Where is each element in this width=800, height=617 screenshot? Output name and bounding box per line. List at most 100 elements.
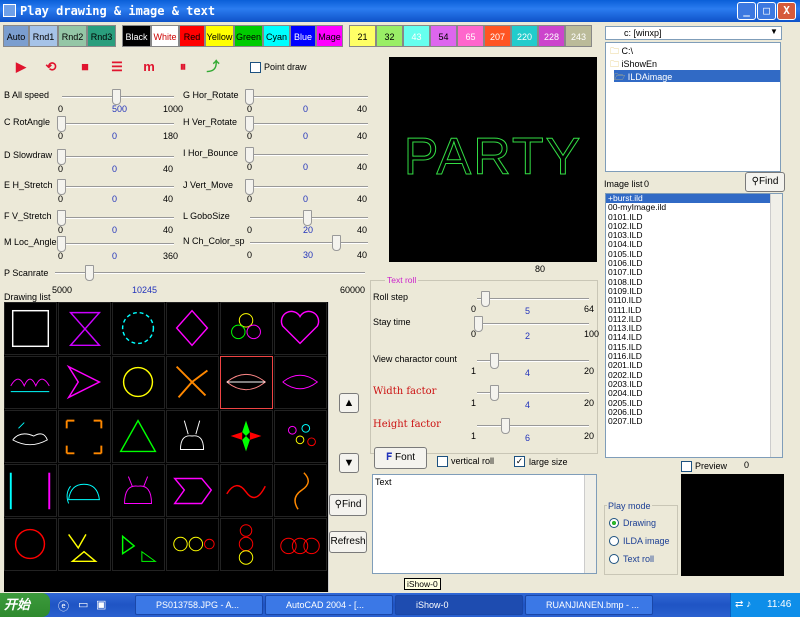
roll-slider-thumb-4[interactable] (500, 418, 510, 434)
drawing-arrows[interactable] (112, 518, 165, 571)
close-button[interactable]: X (777, 2, 796, 20)
stop-icon[interactable]: ■ (76, 58, 94, 76)
task-ps013758[interactable]: PS013758.JPG - A... (135, 595, 263, 615)
scroll-down-button[interactable]: ▼ (339, 453, 359, 473)
drawing-snowman[interactable] (220, 518, 273, 571)
drawing-rabbit[interactable] (166, 410, 219, 463)
slider-thumb-0[interactable] (112, 89, 121, 105)
drawing-triangle[interactable] (112, 410, 165, 463)
path-icon[interactable]: ⤴ (204, 58, 222, 76)
ilda-image-radio[interactable] (609, 536, 619, 546)
quicklaunch-media-icon[interactable]: ▣ (96, 598, 106, 611)
drawing-triangles[interactable] (58, 518, 111, 571)
color-button-21[interactable]: 21 (349, 25, 376, 47)
color-button-32[interactable]: 32 (376, 25, 403, 47)
color-button-red[interactable]: Red (179, 25, 205, 47)
quicklaunch-ie-icon[interactable]: ⓔ (58, 598, 69, 614)
drawing-circle[interactable] (112, 356, 165, 409)
color-button-mage[interactable]: Mage (316, 25, 343, 47)
task-autocad[interactable]: AutoCAD 2004 - [... (265, 595, 393, 615)
roll-slider-thumb-3[interactable] (489, 385, 499, 401)
drawing-pinwheel[interactable] (166, 356, 219, 409)
color-button-54[interactable]: 54 (430, 25, 457, 47)
rslider-thumb-0[interactable] (245, 89, 254, 105)
image-find-button[interactable]: ⚲Find (745, 172, 785, 192)
drawing-play-arrow[interactable] (58, 356, 111, 409)
drawing-square[interactable] (4, 302, 57, 355)
pause-icon[interactable]: ⏸ (174, 58, 192, 76)
drive-dropdown-icon[interactable]: ▼ (770, 27, 778, 36)
drawing-chain[interactable] (166, 518, 219, 571)
file-list-item[interactable]: 0207.ILD (606, 416, 782, 426)
app-icon[interactable] (3, 4, 16, 17)
roll-slider-thumb-2[interactable] (489, 353, 499, 369)
color-button-rnd2[interactable]: Rnd2 (58, 25, 87, 47)
rslider-thumb-4[interactable] (303, 210, 312, 226)
play-icon[interactable]: ▶ (12, 58, 30, 76)
drawing-bars[interactable] (4, 464, 57, 517)
color-button-65[interactable]: 65 (457, 25, 484, 47)
start-button[interactable]: 开始 (0, 593, 50, 617)
drawing-hourglass[interactable] (58, 302, 111, 355)
large-size-checkbox[interactable]: ✓ (514, 456, 525, 467)
drawing-s-curve[interactable] (274, 464, 327, 517)
loop-icon[interactable]: ⟲ (42, 58, 60, 76)
color-button-cyan[interactable]: Cyan (263, 25, 290, 47)
refresh-button[interactable]: Refresh (329, 531, 367, 553)
color-button-220[interactable]: 220 (511, 25, 538, 47)
drawing-heart[interactable] (274, 302, 327, 355)
sequence-icon[interactable]: ☰ (108, 58, 126, 76)
drawing-leaf[interactable] (274, 356, 327, 409)
drawing-club[interactable] (220, 302, 273, 355)
volume-icon[interactable]: ♪ (746, 599, 751, 610)
color-button-green[interactable]: Green (234, 25, 263, 47)
task-ishow[interactable]: iShow-0 (395, 595, 523, 615)
rslider-thumb-5[interactable] (332, 235, 341, 251)
drawing-dots[interactable] (274, 410, 327, 463)
slider-thumb-3[interactable] (57, 179, 66, 195)
color-button-43[interactable]: 43 (403, 25, 430, 47)
color-button-yellow[interactable]: Yellow (205, 25, 234, 47)
image-file-list[interactable]: +burst.ild 00-myImage.ild 0101.ILD 0102.ILD… (605, 193, 783, 458)
drawing-corners[interactable] (58, 410, 111, 463)
point-draw-checkbox[interactable] (250, 62, 261, 73)
quicklaunch-desktop-icon[interactable]: ▭ (78, 598, 88, 611)
minimize-button[interactable]: _ (737, 2, 756, 20)
preview-checkbox[interactable] (681, 461, 692, 472)
color-button-rnd1[interactable]: Rnd1 (29, 25, 58, 47)
rslider-thumb-2[interactable] (245, 147, 254, 163)
slider-thumb-2[interactable] (57, 149, 66, 165)
text-roll-radio[interactable] (609, 554, 619, 564)
drawing-dotted-circle[interactable] (112, 302, 165, 355)
drawing-ring[interactable] (4, 518, 57, 571)
drawing-find-button[interactable]: ⚲Find (329, 494, 367, 516)
tree-item-ildaimage[interactable]: 🗁 ILDAimage (614, 70, 780, 82)
vertical-roll-checkbox[interactable] (437, 456, 448, 467)
text-roll-input[interactable]: Text (372, 474, 597, 574)
maximize-button[interactable]: □ (757, 2, 776, 20)
multi-icon[interactable]: m (140, 58, 158, 76)
drawing-crown[interactable] (4, 356, 57, 409)
color-button-228[interactable]: 228 (538, 25, 565, 47)
color-button-243[interactable]: 243 (565, 25, 592, 47)
roll-slider-thumb-0[interactable] (480, 291, 490, 307)
slider-thumb-4[interactable] (57, 210, 66, 226)
textarea-scrollbar[interactable] (584, 475, 596, 573)
color-button-rnd3[interactable]: Rnd3 (87, 25, 116, 47)
task-ruanjianen[interactable]: RUANJIANEN.bmp - ... (525, 595, 653, 615)
drawing-eye[interactable] (220, 356, 273, 409)
drawing-chevron[interactable] (166, 464, 219, 517)
font-button[interactable]: 𝐅 Font (374, 447, 427, 469)
drawing-wave[interactable] (220, 464, 273, 517)
file-list-scrollbar[interactable] (770, 194, 782, 457)
drawing-flower[interactable] (220, 410, 273, 463)
scroll-up-button[interactable]: ▲ (339, 393, 359, 413)
color-button-blue[interactable]: Blue (290, 25, 316, 47)
drawing-radio[interactable] (609, 518, 619, 528)
color-button-black[interactable]: Black (122, 25, 151, 47)
slider-thumb-5[interactable] (57, 236, 66, 252)
directory-tree[interactable]: 🗀 C:\ 🗀 iShowEn 🗁 ILDAimage (605, 42, 781, 172)
drawing-elephant[interactable] (58, 464, 111, 517)
slider-thumb-1[interactable] (57, 116, 66, 132)
drawing-circles[interactable] (274, 518, 327, 571)
